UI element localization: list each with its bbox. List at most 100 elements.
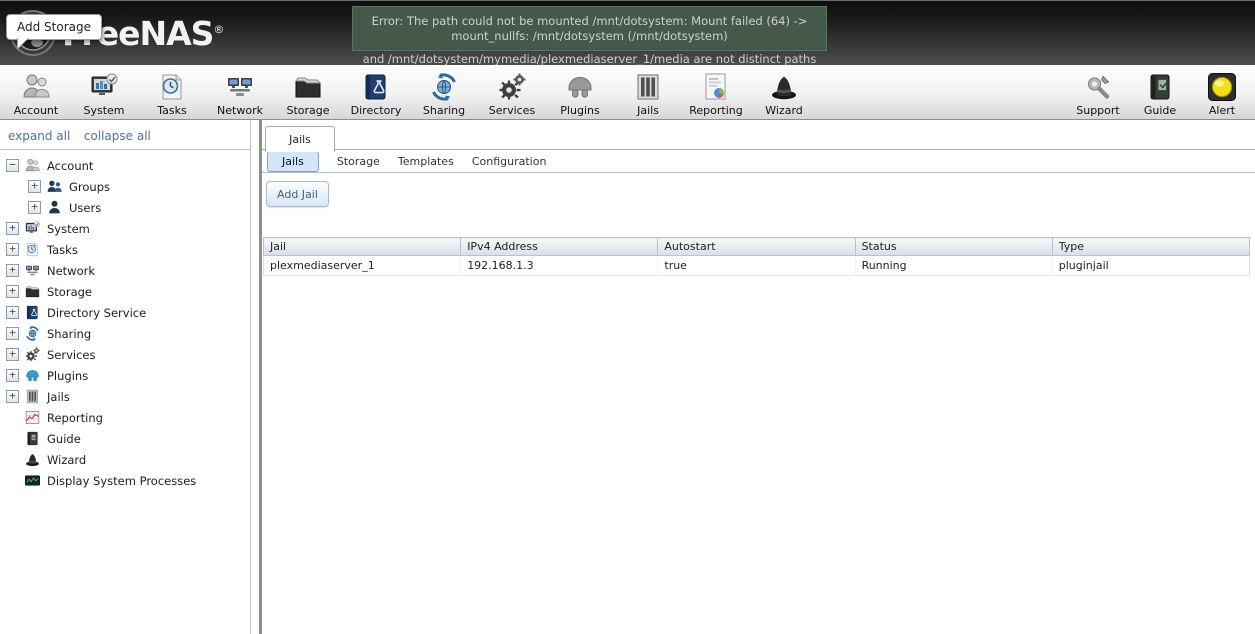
tree-toggle-plus-icon[interactable]: +: [6, 243, 19, 256]
toolbar-item-label: Plugins: [560, 104, 599, 117]
column-header-status[interactable]: Status: [855, 238, 1052, 256]
services-icon: [24, 346, 41, 363]
main-toolbar: Account System Tasks Network StorageDirector…: [0, 65, 1255, 120]
wizard-icon: [24, 451, 41, 468]
alert-icon: [1206, 71, 1238, 103]
collapse-all-link[interactable]: collapse all: [84, 129, 151, 143]
reporting2-icon: [24, 409, 41, 426]
sidebar-item-sharing[interactable]: + Sharing: [0, 323, 250, 344]
sidebar-item-label: Network: [47, 264, 95, 278]
sidebar-item-label: Reporting: [47, 411, 103, 425]
sidebar-item-display-system-processes[interactable]: Display System Processes: [0, 470, 250, 491]
sidebar-item-groups[interactable]: +Groups: [0, 176, 250, 197]
column-header-ipv4-address[interactable]: IPv4 Address: [461, 238, 658, 256]
tree-toggle-plus-icon[interactable]: +: [6, 285, 19, 298]
sidebar-item-account[interactable]: −Account: [0, 155, 250, 176]
sidebar-item-services[interactable]: +Services: [0, 344, 250, 365]
tree-toggle-plus-icon[interactable]: +: [6, 348, 19, 361]
directory-icon: [24, 304, 41, 321]
expand-all-link[interactable]: expand all: [8, 129, 70, 143]
sidebar-item-guide[interactable]: Guide: [0, 428, 250, 449]
toolbar-item-label: Reporting: [689, 104, 742, 117]
error-line-3: and /mnt/dotsystem/mymedia/plexmediaserv…: [363, 52, 817, 66]
subtab-storage[interactable]: Storage: [328, 152, 389, 171]
processes-icon: [24, 472, 41, 489]
table-row[interactable]: plexmediaserver_1192.168.1.3trueRunningp…: [264, 256, 1250, 276]
tree-toggle-plus-icon[interactable]: +: [6, 222, 19, 235]
jails-table: JailIPv4 AddressAutostartStatusType plex…: [263, 237, 1250, 276]
guide-icon: [1144, 71, 1176, 103]
toolbar-right-group: Support Guide Alert: [1067, 68, 1255, 117]
sidebar-item-label: Users: [69, 201, 101, 215]
sidebar-item-label: Directory Service: [47, 306, 146, 320]
tab-jails[interactable]: Jails: [265, 126, 335, 152]
tree-toggle-minus-icon[interactable]: −: [6, 159, 19, 172]
tree-toggle-plus-icon[interactable]: +: [28, 180, 41, 193]
tree-toggle-plus-icon[interactable]: +: [6, 306, 19, 319]
toolbar-item-wizard[interactable]: Wizard: [750, 68, 818, 117]
tree-toggle-plus-icon[interactable]: +: [6, 390, 19, 403]
sidebar-item-label: Guide: [47, 432, 81, 446]
toolbar-item-system[interactable]: System: [70, 68, 138, 117]
tab-bar: Jails: [262, 120, 1255, 150]
toolbar-item-alert[interactable]: Alert: [1191, 68, 1253, 117]
cell-type: pluginjail: [1052, 256, 1249, 276]
add-storage-tooltip: Add Storage: [6, 14, 102, 40]
sidebar-item-label: Sharing: [47, 327, 91, 341]
sidebar-item-label: System: [47, 222, 90, 236]
sidebar-item-tasks[interactable]: +Tasks: [0, 239, 250, 260]
toolbar-item-sharing[interactable]: Sharing: [410, 68, 478, 117]
sidebar-item-label: Plugins: [47, 369, 88, 383]
storage-icon: [292, 71, 324, 103]
toolbar-item-tasks[interactable]: Tasks: [138, 68, 206, 117]
guide-icon: [24, 430, 41, 447]
table-header-row: JailIPv4 AddressAutostartStatusType: [264, 238, 1250, 256]
toolbar-item-label: Network: [217, 104, 263, 117]
tree-toggle-plus-icon[interactable]: +: [6, 369, 19, 382]
network-icon: [24, 262, 41, 279]
column-header-autostart[interactable]: Autostart: [658, 238, 855, 256]
toolbar-item-services[interactable]: Services: [478, 68, 546, 117]
toolbar-item-label: Wizard: [765, 104, 803, 117]
toolbar-item-guide[interactable]: Guide: [1129, 68, 1191, 117]
tree-toggle-plus-icon[interactable]: +: [6, 264, 19, 277]
jails-icon: [632, 71, 664, 103]
sidebar-item-wizard[interactable]: Wizard: [0, 449, 250, 470]
sidebar-item-plugins[interactable]: + Plugins: [0, 365, 250, 386]
sidebar-item-network[interactable]: + Network: [0, 260, 250, 281]
sidebar-item-jails[interactable]: +Jails: [0, 386, 250, 407]
sidebar-item-label: Wizard: [47, 453, 86, 467]
toolbar-item-directory[interactable]: Directory: [342, 68, 410, 117]
toolbar-item-label: Support: [1076, 104, 1119, 117]
tasks-icon: [24, 241, 41, 258]
sharing-icon: [24, 325, 41, 342]
toolbar-item-reporting[interactable]: Reporting: [682, 68, 750, 117]
sidebar-item-storage[interactable]: +Storage: [0, 281, 250, 302]
toolbar-left-group: Account System Tasks Network StorageDirector…: [0, 68, 818, 117]
cell-status: Running: [855, 256, 1052, 276]
subtab-jails[interactable]: Jails: [267, 151, 319, 172]
toolbar-item-storage[interactable]: Storage: [274, 68, 342, 117]
toolbar-item-account[interactable]: Account: [2, 68, 70, 117]
toolbar-item-network[interactable]: Network: [206, 68, 274, 117]
support-icon: [1082, 71, 1114, 103]
sidebar-item-reporting[interactable]: Reporting: [0, 407, 250, 428]
tree-toggle-plus-icon[interactable]: +: [28, 201, 41, 214]
toolbar-item-label: System: [83, 104, 124, 117]
toolbar-item-plugins[interactable]: Plugins: [546, 68, 614, 117]
column-header-type[interactable]: Type: [1052, 238, 1249, 256]
account-icon: [24, 157, 41, 174]
toolbar-item-support[interactable]: Support: [1067, 68, 1129, 117]
tree-toggle-plus-icon[interactable]: +: [6, 327, 19, 340]
subtab-templates[interactable]: Templates: [389, 152, 463, 171]
column-header-jail[interactable]: Jail: [264, 238, 461, 256]
toolbar-item-jails[interactable]: Jails: [614, 68, 682, 117]
subtab-configuration[interactable]: Configuration: [463, 152, 556, 171]
toolbar-item-label: Guide: [1144, 104, 1176, 117]
system-icon: [88, 71, 120, 103]
toolbar-item-label: Tasks: [157, 104, 186, 117]
sidebar-item-system[interactable]: + System: [0, 218, 250, 239]
sidebar-item-users[interactable]: + Users: [0, 197, 250, 218]
sidebar-item-directory-service[interactable]: + Directory Service: [0, 302, 250, 323]
add-jail-button[interactable]: Add Jail: [266, 181, 329, 207]
